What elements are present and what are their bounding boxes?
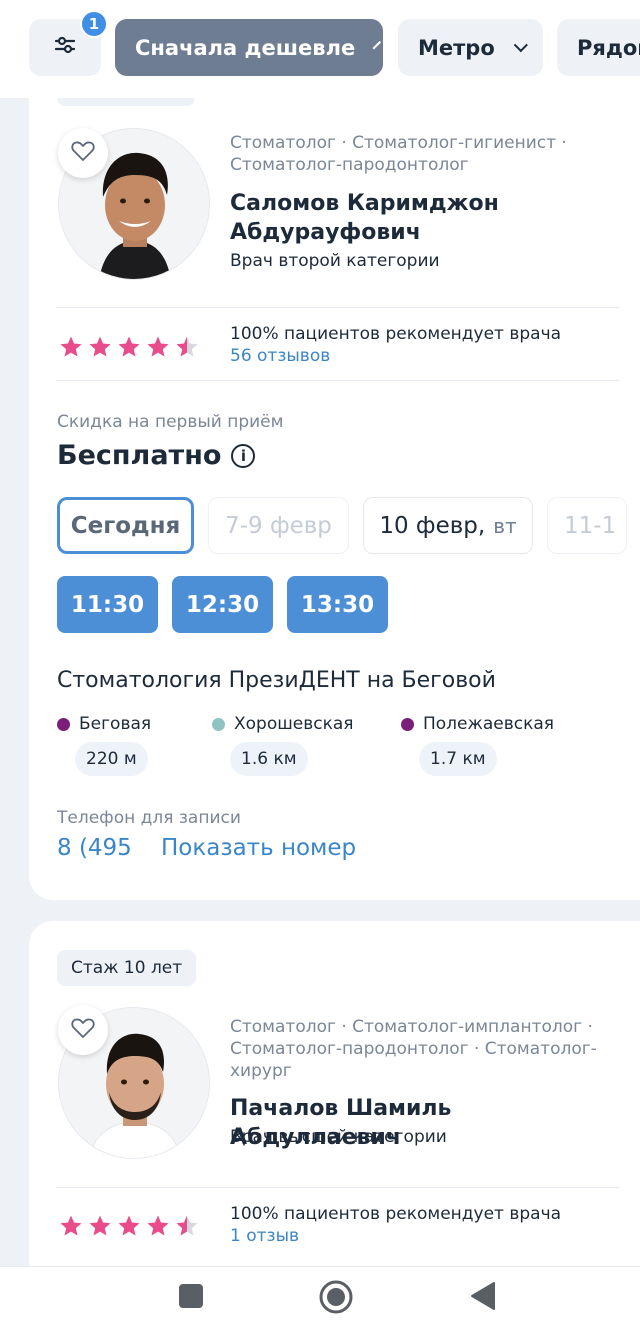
metro-name: Беговая [79,714,152,734]
filter-count-badge: 1 [80,10,108,38]
square-recents-icon[interactable] [178,1283,204,1313]
rating-stars [59,1214,199,1238]
time-slot[interactable]: 13:30 [287,576,388,633]
chevron-down-icon [513,37,528,52]
clinic-name[interactable]: Стоматология ПрезиДЕНТ на Беговой [57,668,496,693]
chevron-down-icon [372,40,382,49]
star-icon [147,1215,169,1236]
metro-dot [401,717,414,731]
show-number-link[interactable]: Показать номер [161,835,356,861]
near-label: Рядом [577,35,640,60]
triangle-back-icon[interactable] [470,1281,496,1315]
sliders-icon [54,35,76,60]
star-icon [89,336,111,357]
star-icon [60,336,82,357]
discount-label: Скидка на первый приём [57,412,284,432]
metro-station: Беговая [57,714,151,734]
reviews-link[interactable]: 1 отзыв [230,1226,299,1246]
circle-home-icon[interactable] [318,1279,354,1319]
divider [57,380,619,381]
experience-tag: Стаж 10 лет [57,950,197,986]
doctor-name[interactable]: Саломов Каримджон Абдурауфович [230,189,560,247]
heart-icon [71,1017,95,1043]
metro-dot [212,717,225,731]
near-filter[interactable]: Рядом [557,19,640,76]
star-icon [89,1215,111,1236]
sort-label: Сначала дешевле [135,35,356,60]
star-icon [60,1215,82,1236]
phone-number-partial: 8 (495 [57,835,132,861]
doctor-specialties: Стоматолог · Стоматолог-гигиенист · Стом… [230,133,567,175]
date-label: 10 февр, [379,512,486,539]
metro-dot [57,717,70,731]
favorite-button[interactable] [58,1005,108,1055]
metro-distance: 1.6 км [230,742,308,776]
divider [57,307,619,308]
star-icon [147,336,169,357]
metro-label: Метро [418,35,495,60]
metro-distance: 1.7 км [419,742,497,776]
filter-bar: 1 Сначала дешевле Метро Рядом [0,0,640,98]
divider [57,1187,619,1188]
system-nav-bar [0,1266,640,1321]
star-icon [176,336,198,357]
recommend-text: 100% пациентов рекомендует врача [230,1204,562,1224]
reviews-link[interactable]: 56 отзывов [230,346,330,366]
metro-station: Полежаевская [401,714,554,734]
doctor-card: Стаж 10 лет Стоматолог · Стоматолог-импл… [29,921,640,1321]
heart-icon [71,140,95,166]
doctor-category: Врач второй категории [230,251,440,271]
star-icon [118,336,140,357]
discount-text: Бесплатно [57,440,222,471]
sort-dropdown[interactable]: Сначала дешевле [115,19,383,76]
metro-name: Хорошевская [234,714,354,734]
date-range-disabled: 7-9 февр [208,497,349,554]
star-icon [118,1215,140,1236]
favorite-button[interactable] [58,128,108,178]
info-icon[interactable]: i [231,443,256,468]
metro-dropdown[interactable]: Метро [398,19,543,76]
date-next-disabled: 11-1 [547,497,627,554]
date-today[interactable]: Сегодня [57,497,194,554]
rating-stars [59,335,199,359]
time-slot[interactable]: 12:30 [172,576,273,633]
metro-distance: 220 м [75,742,148,776]
phone-label: Телефон для записи [57,808,241,828]
date-feb-10[interactable]: 10 февр, вт [363,497,533,554]
recommend-text: 100% пациентов рекомендует врача [230,324,562,344]
time-slot[interactable]: 11:30 [57,576,158,633]
doctor-category: Врач высшей категории [230,1127,447,1147]
metro-name: Полежаевская [423,714,554,734]
weekday-label: вт [493,513,517,538]
discount-value: Бесплатно i [57,440,256,471]
metro-station: Хорошевская [212,714,354,734]
star-icon [176,1215,198,1236]
doctor-specialties: Стоматолог · Стоматолог-имплантолог · Ст… [230,1017,597,1081]
doctor-card: Стоматолог · Стоматолог-гигиенист · Стом… [29,60,640,900]
